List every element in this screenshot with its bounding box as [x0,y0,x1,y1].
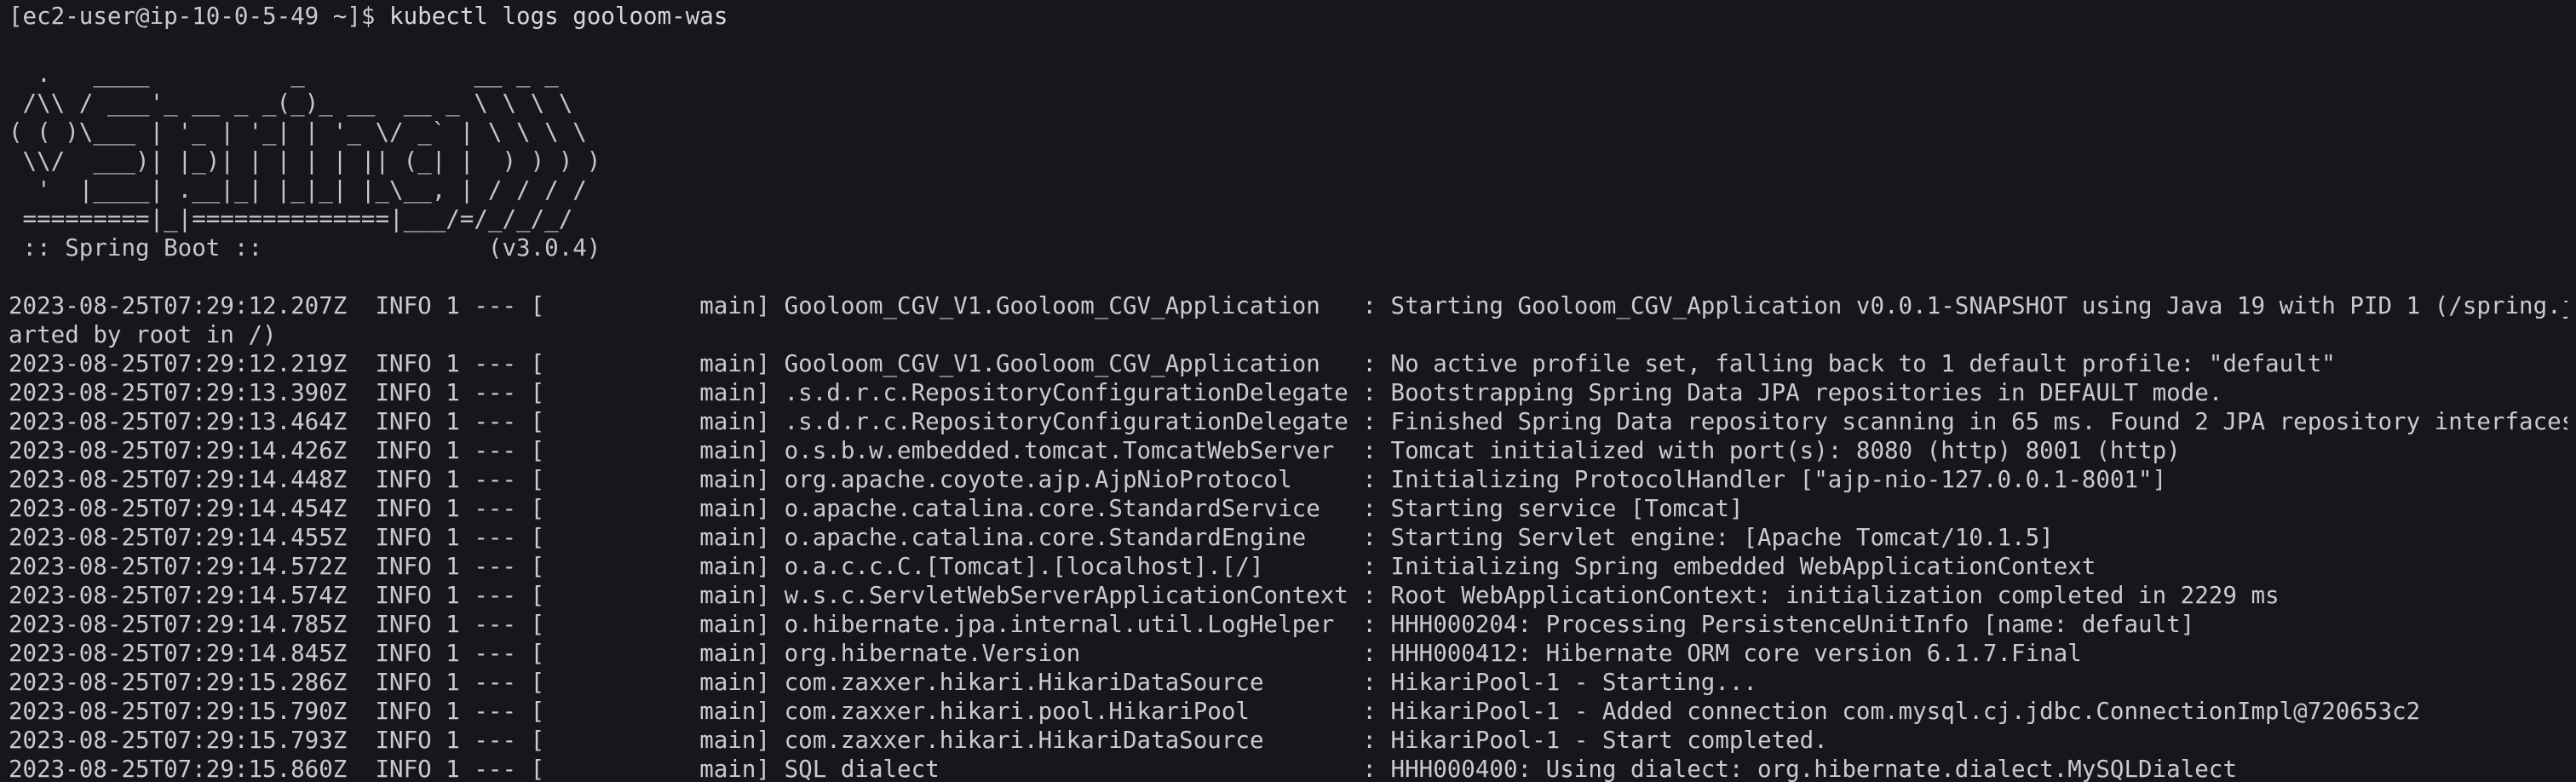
spring-boot-banner: . ____ _ __ _ _ /\\ / ___'_ __ _ _(_)_ _… [9,60,2567,262]
log-output: 2023-08-25T07:29:12.207Z INFO 1 --- [ ma… [9,291,2567,782]
log-line: 2023-08-25T07:29:14.455Z INFO 1 --- [ ma… [9,524,2054,551]
log-line: 2023-08-25T07:29:14.426Z INFO 1 --- [ ma… [9,437,2181,464]
log-line: 2023-08-25T07:29:12.219Z INFO 1 --- [ ma… [9,350,2336,377]
banner-line: ' |____| .__|_| |_|_| |_\__, | / / / / [9,176,587,204]
banner-line: /\\ / ___'_ __ _ _(_)_ __ __ _ \ \ \ \ [9,89,573,117]
log-line: 2023-08-25T07:29:15.286Z INFO 1 --- [ ma… [9,669,1757,696]
banner-line: =========|_|==============|___/=/_/_/_/ [9,205,573,233]
log-line: 2023-08-25T07:29:15.860Z INFO 1 --- [ ma… [9,756,2237,782]
log-line: 2023-08-25T07:29:14.572Z INFO 1 --- [ ma… [9,553,2096,580]
banner-line: \\/ ___)| |_)| | | | | || (_| | ) ) ) ) [9,147,601,175]
command-text: kubectl logs gooloom-was [389,3,728,30]
log-line: 2023-08-25T07:29:15.790Z INFO 1 --- [ ma… [9,698,2421,725]
log-line: 2023-08-25T07:29:15.793Z INFO 1 --- [ ma… [9,727,1828,754]
banner-line: ( ( )\___ | '_ | '_| | '_ \/ _` | \ \ \ … [9,118,587,146]
banner-line: . ____ _ __ _ _ [9,60,559,88]
log-line: 2023-08-25T07:29:13.390Z INFO 1 --- [ ma… [9,379,2223,406]
shell-prompt: [ec2-user@ip-10-0-5-49 ~]$ [9,3,390,30]
log-line: arted by root in /) [9,321,277,348]
log-line: 2023-08-25T07:29:14.574Z INFO 1 --- [ ma… [9,582,2280,609]
terminal-window[interactable]: [ec2-user@ip-10-0-5-49 ~]$ kubectl logs … [0,0,2576,782]
log-line: 2023-08-25T07:29:14.785Z INFO 1 --- [ ma… [9,611,2195,638]
log-line: 2023-08-25T07:29:13.464Z INFO 1 --- [ ma… [9,408,2567,435]
banner-version-line: :: Spring Boot :: (v3.0.4) [9,234,601,262]
log-line: 2023-08-25T07:29:12.207Z INFO 1 --- [ ma… [9,292,2567,319]
log-line: 2023-08-25T07:29:14.448Z INFO 1 --- [ ma… [9,466,2167,493]
log-line: 2023-08-25T07:29:14.845Z INFO 1 --- [ ma… [9,640,2082,667]
command-line: [ec2-user@ip-10-0-5-49 ~]$ kubectl logs … [9,2,2567,31]
log-line: 2023-08-25T07:29:14.454Z INFO 1 --- [ ma… [9,495,1744,522]
